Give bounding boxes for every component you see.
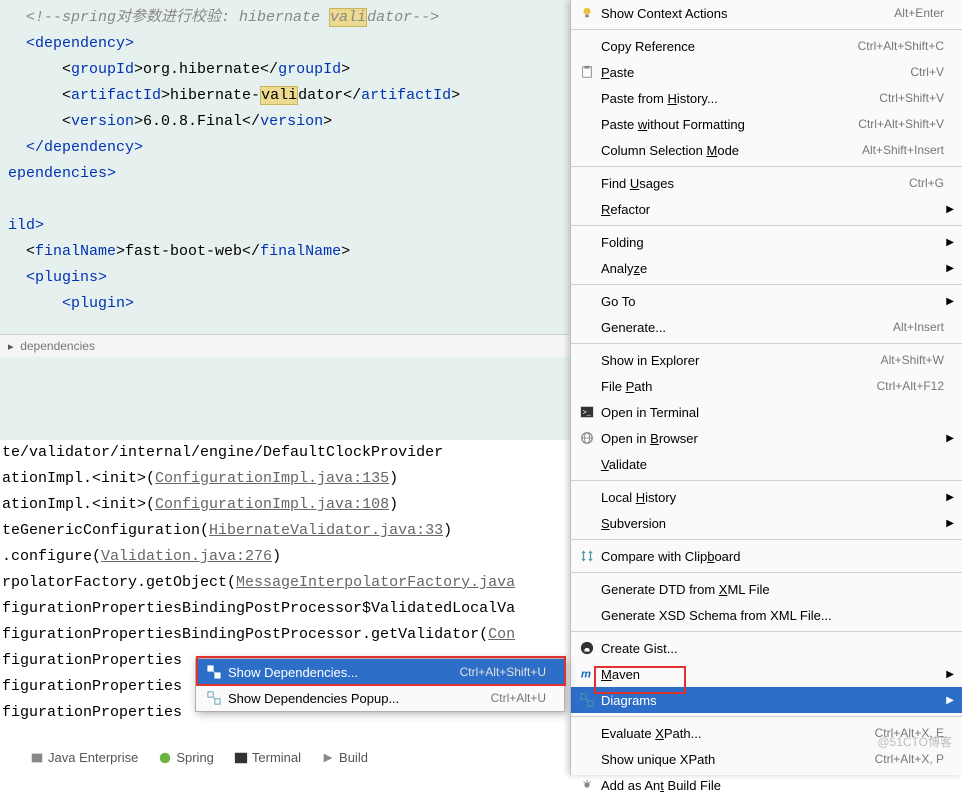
menu-item-create-gist[interactable]: Create Gist... bbox=[571, 635, 962, 661]
chevron-right-icon: ▶ bbox=[946, 237, 954, 248]
tab-terminal[interactable]: Terminal bbox=[234, 750, 301, 765]
menu-item-generate-dtd-from-xml-file[interactable]: Generate DTD from XML File bbox=[571, 576, 962, 602]
paste-icon bbox=[577, 65, 597, 79]
menu-item-show-in-explorer[interactable]: Show in ExplorerAlt+Shift+W bbox=[571, 347, 962, 373]
diagram-icon bbox=[204, 665, 224, 679]
menu-item-refactor[interactable]: Refactor▶ bbox=[571, 196, 962, 222]
menu-item-validate[interactable]: Validate bbox=[571, 451, 962, 477]
stack-link[interactable]: MessageInterpolatorFactory.java bbox=[236, 574, 515, 591]
tab-spring[interactable]: Spring bbox=[158, 750, 214, 765]
menu-item-go-to[interactable]: Go To▶ bbox=[571, 288, 962, 314]
menu-item-generate[interactable]: Generate...Alt+Insert bbox=[571, 314, 962, 340]
chevron-right-icon: ▶ bbox=[946, 518, 954, 529]
menu-item-column-selection-mode[interactable]: Column Selection ModeAlt+Shift+Insert bbox=[571, 137, 962, 163]
menu-item-analyze[interactable]: Analyze▶ bbox=[571, 255, 962, 281]
stack-link[interactable]: Validation.java:276 bbox=[101, 548, 272, 565]
menu-item-copy-reference[interactable]: Copy ReferenceCtrl+Alt+Shift+C bbox=[571, 33, 962, 59]
menu-item-diagrams[interactable]: Diagrams▶ bbox=[571, 687, 962, 713]
diagrams-submenu: Show Dependencies... Ctrl+Alt+Shift+U Sh… bbox=[195, 658, 565, 712]
svg-text:m: m bbox=[581, 669, 591, 681]
chevron-right-icon: ▶ bbox=[946, 695, 954, 706]
highlight-vali: vali bbox=[329, 8, 367, 27]
menu-item-find-usages[interactable]: Find UsagesCtrl+G bbox=[571, 170, 962, 196]
menu-item-open-in-terminal[interactable]: >_Open in Terminal bbox=[571, 399, 962, 425]
menu-item-paste-from-history[interactable]: Paste from History...Ctrl+Shift+V bbox=[571, 85, 962, 111]
chevron-right-icon: ▶ bbox=[946, 433, 954, 444]
menu-item-local-history[interactable]: Local History▶ bbox=[571, 484, 962, 510]
diagram-icon bbox=[577, 693, 597, 707]
ant-icon bbox=[577, 778, 597, 792]
diagram-icon bbox=[204, 691, 224, 705]
compare-icon bbox=[577, 549, 597, 563]
globe-icon bbox=[577, 431, 597, 445]
watermark: @51CTO博客 bbox=[877, 733, 952, 750]
menu-item-generate-xsd-schema-from-xml-file[interactable]: Generate XSD Schema from XML File... bbox=[571, 602, 962, 628]
menu-item-paste[interactable]: PasteCtrl+V bbox=[571, 59, 962, 85]
code-comment: <!--spring对参数进行校验: hibernate validator--… bbox=[0, 5, 570, 31]
menu-item-subversion[interactable]: Subversion▶ bbox=[571, 510, 962, 536]
breadcrumb[interactable]: ▸ dependencies bbox=[0, 334, 570, 357]
submenu-show-dependencies[interactable]: Show Dependencies... Ctrl+Alt+Shift+U bbox=[196, 659, 564, 685]
menu-item-paste-without-formatting[interactable]: Paste without FormattingCtrl+Alt+Shift+V bbox=[571, 111, 962, 137]
menu-item-folding[interactable]: Folding▶ bbox=[571, 229, 962, 255]
svg-text:>_: >_ bbox=[583, 410, 591, 417]
stack-link[interactable]: ConfigurationImpl.java:108 bbox=[155, 496, 389, 513]
bulb-icon bbox=[577, 6, 597, 20]
menu-item-compare-with-clipboard[interactable]: Compare with Clipboard bbox=[571, 543, 962, 569]
menu-item-add-as-ant-build-file[interactable]: Add as Ant Build File bbox=[571, 772, 962, 798]
context-menu: Show Context ActionsAlt+Enter Copy Refere… bbox=[570, 0, 962, 775]
code-block: <!--spring对参数进行校验: hibernate validator--… bbox=[0, 0, 570, 317]
menu-item-show-context-actions[interactable]: Show Context ActionsAlt+Enter bbox=[571, 0, 962, 26]
chevron-right-icon: ▶ bbox=[946, 204, 954, 215]
tab-build[interactable]: Build bbox=[321, 750, 368, 765]
menu-item-file-path[interactable]: File PathCtrl+Alt+F12 bbox=[571, 373, 962, 399]
stack-link[interactable]: HibernateValidator.java:33 bbox=[209, 522, 443, 539]
chevron-right-icon: ▶ bbox=[946, 492, 954, 503]
terminal-icon: >_ bbox=[577, 405, 597, 419]
chevron-right-icon: ▶ bbox=[946, 263, 954, 274]
tab-java-enterprise[interactable]: Java Enterprise bbox=[30, 750, 138, 765]
submenu-show-dependencies-popup[interactable]: Show Dependencies Popup... Ctrl+Alt+U bbox=[196, 685, 564, 711]
menu-item-maven[interactable]: mMaven▶ bbox=[571, 661, 962, 687]
maven-icon: m bbox=[577, 667, 597, 681]
chevron-right-icon: ▶ bbox=[946, 296, 954, 307]
chevron-right-icon: ▶ bbox=[946, 669, 954, 680]
menu-item-open-in-browser[interactable]: Open in Browser▶ bbox=[571, 425, 962, 451]
github-icon bbox=[577, 641, 597, 655]
bottom-tabs: Java Enterprise Spring Terminal Build bbox=[30, 750, 368, 765]
stack-link[interactable]: ConfigurationImpl.java:135 bbox=[155, 470, 389, 487]
highlight-vali-2: vali bbox=[260, 86, 298, 105]
